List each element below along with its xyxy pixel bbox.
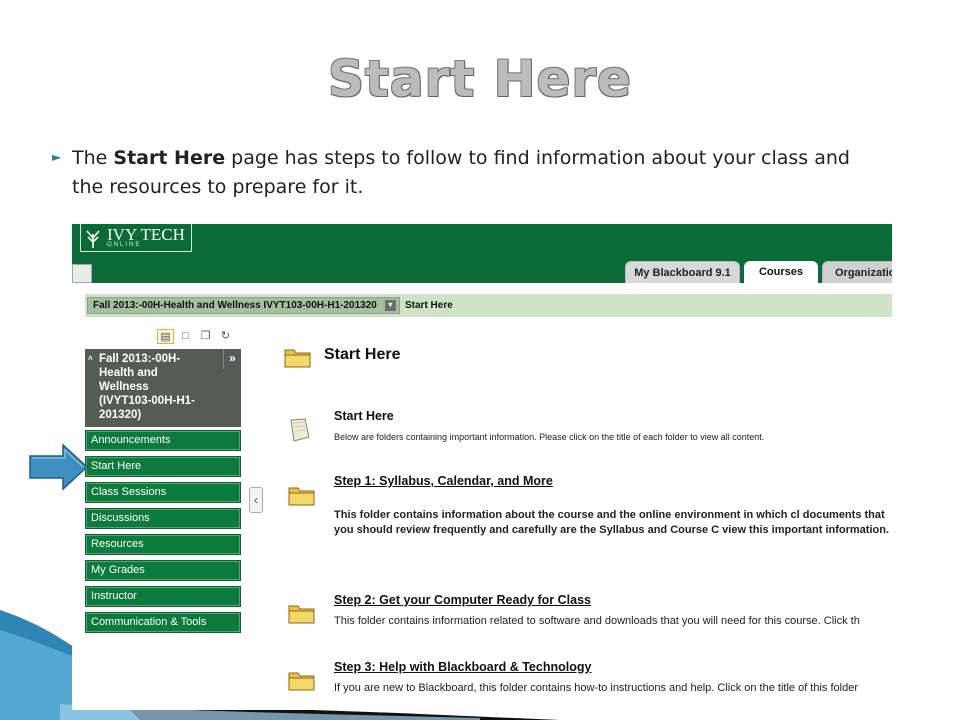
sidebar-item-communication-tools[interactable]: Communication & Tools [85,612,241,633]
double-chevron-right-icon[interactable]: » [223,349,241,369]
refresh-icon[interactable]: ↻ [217,329,234,344]
folder-icon [288,487,315,506]
sidebar-item-instructor[interactable]: Instructor [85,586,241,607]
tab-courses[interactable]: Courses [744,261,818,283]
sidebar-item-class-sessions[interactable]: Class Sessions [85,482,241,503]
page-title: Start Here [324,346,401,363]
collapse-menu-handle[interactable]: ‹ [249,487,263,513]
folder-icon [288,672,315,691]
breadcrumb-current: Start Here [405,300,453,311]
folder-view-icon[interactable]: □ [177,329,194,344]
sidebar-item-my-grades[interactable]: My Grades [85,560,241,581]
slide-title: Start Here [328,50,632,108]
blackboard-screenshot: IVY TECH ONLINE My Blackboard 9.1 Courses… [72,224,892,710]
chevron-down-icon[interactable]: ▼ [384,300,396,311]
item-title-start-here[interactable]: Start Here [334,409,394,423]
folder-icon [288,605,315,624]
menu-view-icons: ▤ □ ❐ ↻ [157,329,234,344]
breadcrumb-course[interactable]: Fall 2013:-00H-Health and Wellness IVYT1… [87,297,400,314]
item-link-step-2[interactable]: Step 2: Get your Computer Ready for Clas… [334,593,591,607]
item-desc-start-here: Below are folders containing important i… [334,432,765,442]
sidebar-item-start-here[interactable]: Start Here [85,456,241,477]
header-bar: IVY TECH ONLINE My Blackboard 9.1 Courses… [72,224,892,283]
sidebar-item-announcements[interactable]: Announcements [85,430,241,451]
window-view-icon[interactable]: ❐ [197,329,214,344]
ivy-leaf-icon [86,229,100,248]
tab-organization[interactable]: Organization [822,261,892,283]
item-link-step-3[interactable]: Step 3: Help with Blackboard & Technolog… [334,660,591,674]
ivy-tech-logo[interactable]: IVY TECH ONLINE [80,224,192,252]
bullet-arrow-icon: ► [52,150,62,164]
item-desc-step-1: This folder contains information about t… [334,509,890,536]
sidebar-item-resources[interactable]: Resources [85,534,241,555]
slide-bullet: ► The Start Here page has steps to follo… [52,144,872,202]
list-view-icon[interactable]: ▤ [157,329,174,344]
bullet-text: The Start Here page has steps to follow … [72,147,850,198]
folder-icon [284,349,311,368]
expand-menu-button[interactable] [72,264,92,283]
chevron-up-icon[interactable]: ˄ [88,352,93,366]
item-desc-step-3: If you are new to Blackboard, this folde… [334,682,858,694]
course-menu-title[interactable]: ˄ Fall 2013:-00H- Health and Wellness (I… [85,349,241,427]
sidebar-item-discussions[interactable]: Discussions [85,508,241,529]
breadcrumb: Fall 2013:-00H-Health and Wellness IVYT1… [85,294,892,317]
document-icon [290,418,310,442]
highlight-arrow-icon [29,443,89,491]
item-link-step-1[interactable]: Step 1: Syllabus, Calendar, and More [334,474,553,488]
tab-my-blackboard[interactable]: My Blackboard 9.1 [625,261,740,283]
item-desc-step-2: This folder contains information related… [334,615,860,627]
